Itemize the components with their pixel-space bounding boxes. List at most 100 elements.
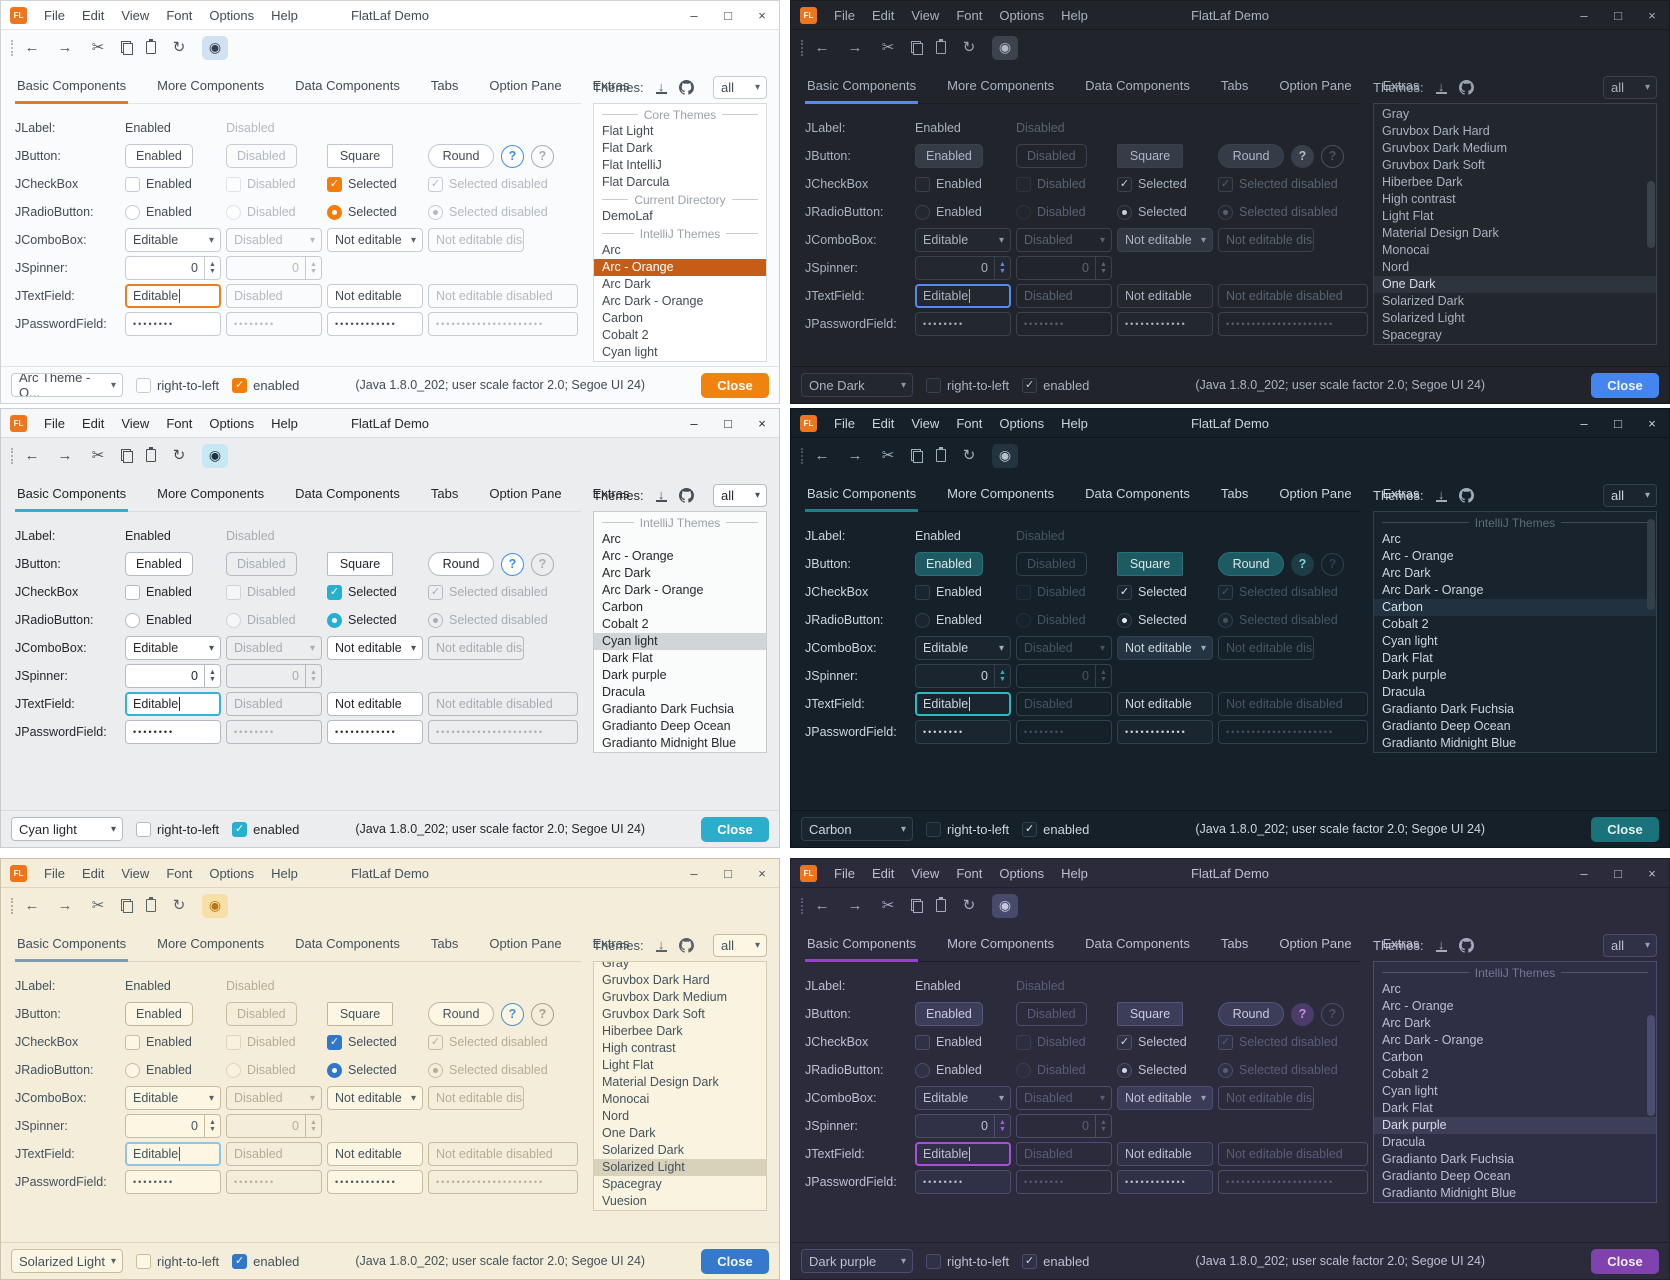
close-button[interactable]: × (1635, 859, 1669, 887)
refresh-button[interactable]: ↻ (169, 37, 189, 59)
spinner-arrows-icon[interactable]: ▲▼ (994, 1115, 1010, 1137)
checkbox-enabled[interactable]: Enabled (915, 585, 982, 600)
tab-basic-components[interactable]: Basic Components (805, 931, 918, 962)
menu-options[interactable]: Options (209, 866, 254, 881)
tab-option-pane[interactable]: Option Pane (1277, 73, 1353, 104)
theme-list-item-high-contrast[interactable]: High contrast (1374, 191, 1656, 208)
tab-basic-components[interactable]: Basic Components (805, 481, 918, 512)
theme-list-item-dark-flat[interactable]: Dark Flat (1374, 1100, 1656, 1117)
show-hidden-toggle[interactable]: ◉ (202, 894, 228, 918)
theme-list-item-light-flat[interactable]: Light Flat (594, 1057, 766, 1074)
theme-list-item-arc-orange[interactable]: Arc - Orange (1374, 998, 1656, 1015)
tab-tabs[interactable]: Tabs (1219, 73, 1250, 104)
menu-edit[interactable]: Edit (82, 8, 104, 23)
theme-list-item-gruvbox-dark-medium[interactable]: Gruvbox Dark Medium (1374, 140, 1656, 157)
close-button[interactable]: Close (701, 1249, 769, 1274)
help-icon[interactable]: ? (1291, 1003, 1314, 1026)
close-button[interactable]: × (745, 1, 779, 29)
toolbar-grip[interactable] (801, 898, 803, 914)
refresh-button[interactable]: ↻ (169, 445, 189, 467)
help-icon[interactable]: ? (501, 1003, 524, 1026)
button-round[interactable]: Round (1218, 144, 1284, 168)
menu-edit[interactable]: Edit (82, 416, 104, 431)
help-icon[interactable]: ? (1321, 553, 1344, 576)
theme-list-item-carbon[interactable]: Carbon (594, 310, 766, 327)
spinner-arrows-icon[interactable]: ▲▼ (1095, 257, 1111, 279)
radio-selected[interactable]: Selected (1117, 205, 1187, 220)
theme-list-item-cyan-light[interactable]: Cyan light (594, 344, 766, 361)
right-to-left-checkbox[interactable]: right-to-left (136, 1254, 219, 1269)
menu-file[interactable]: File (834, 866, 855, 881)
cut-button[interactable]: ✂ (88, 37, 108, 59)
maximize-button[interactable]: □ (1601, 409, 1635, 437)
theme-list-item-material-design-dark[interactable]: Material Design Dark (1374, 225, 1656, 242)
menu-help[interactable]: Help (271, 866, 298, 881)
minimize-button[interactable]: – (677, 859, 711, 887)
menu-options[interactable]: Options (999, 8, 1044, 23)
download-icon[interactable]: ↓ (656, 939, 667, 952)
help-icon[interactable]: ? (531, 145, 554, 168)
theme-list-item-cobalt-2[interactable]: Cobalt 2 (594, 616, 766, 633)
menu-view[interactable]: View (121, 866, 149, 881)
theme-list-item-gradianto-deep-ocean[interactable]: Gradianto Deep Ocean (1374, 718, 1656, 735)
combobox-editable[interactable]: Editable▾ (915, 1086, 1011, 1110)
textfield-not-editable[interactable]: Not editable (327, 284, 423, 308)
combobox-editable[interactable]: Editable▾ (125, 228, 221, 252)
theme-list-item-gruvbox-dark-medium[interactable]: Gruvbox Dark Medium (594, 989, 766, 1006)
combobox-editable[interactable]: Editable▾ (125, 636, 221, 660)
help-icon[interactable]: ? (1321, 145, 1344, 168)
close-button[interactable]: Close (701, 817, 769, 842)
right-to-left-checkbox[interactable]: right-to-left (926, 378, 1009, 393)
radio-selected[interactable]: Selected (327, 205, 397, 220)
tab-option-pane[interactable]: Option Pane (487, 73, 563, 104)
menu-file[interactable]: File (834, 8, 855, 23)
minimize-button[interactable]: – (1567, 1, 1601, 29)
spinner-arrows-icon[interactable]: ▲▼ (994, 257, 1010, 279)
radio-enabled[interactable]: Enabled (915, 1063, 982, 1078)
theme-filter-combo[interactable]: all▾ (713, 484, 767, 507)
theme-list-item-solarized-dark[interactable]: Solarized Dark (594, 1142, 766, 1159)
tab-more-components[interactable]: More Components (945, 73, 1056, 104)
textfield-editable[interactable]: Editable (125, 692, 221, 716)
theme-list-item-monocai[interactable]: Monocai (1374, 242, 1656, 259)
lookandfeel-combo[interactable]: Cyan light▾ (11, 817, 123, 841)
download-icon[interactable]: ↓ (1436, 489, 1447, 502)
theme-list-item-arc[interactable]: Arc (1374, 531, 1656, 548)
tab-tabs[interactable]: Tabs (429, 481, 460, 512)
toolbar-grip[interactable] (11, 448, 13, 464)
theme-list-item-arc-dark-orange[interactable]: Arc Dark - Orange (1374, 582, 1656, 599)
theme-list-item-carbon[interactable]: Carbon (594, 599, 766, 616)
help-icon[interactable]: ? (531, 553, 554, 576)
passwordfield[interactable]: •••••••••••• (1117, 720, 1213, 744)
radio-selected[interactable]: Selected (1117, 613, 1187, 628)
tab-more-components[interactable]: More Components (155, 481, 266, 512)
radio-selected[interactable]: Selected (327, 1063, 397, 1078)
spinner-field[interactable]: 0▲▼ (125, 664, 221, 688)
back-button[interactable]: ← (812, 445, 832, 467)
back-button[interactable]: ← (22, 37, 42, 59)
spinner-arrows-icon[interactable]: ▲▼ (1095, 1115, 1111, 1137)
forward-button[interactable]: → (845, 895, 865, 917)
theme-list-item-gradianto-dark-fuchsia[interactable]: Gradianto Dark Fuchsia (1374, 1151, 1656, 1168)
theme-filter-combo[interactable]: all▾ (713, 76, 767, 99)
combobox-not-editable[interactable]: Not editable▾ (327, 228, 423, 252)
theme-filter-combo[interactable]: all▾ (1603, 76, 1657, 99)
back-button[interactable]: ← (22, 895, 42, 917)
spinner-field[interactable]: 0▲▼ (125, 1114, 221, 1138)
cut-button[interactable]: ✂ (878, 37, 898, 59)
download-icon[interactable]: ↓ (1436, 81, 1447, 94)
tab-basic-components[interactable]: Basic Components (15, 73, 128, 104)
passwordfield[interactable]: •••••••• (125, 312, 221, 336)
theme-list-item-gradianto-midnight-blue[interactable]: Gradianto Midnight Blue (1374, 735, 1656, 752)
copy-button[interactable] (121, 41, 133, 55)
textfield-not-editable[interactable]: Not editable (327, 692, 423, 716)
refresh-button[interactable]: ↻ (169, 895, 189, 917)
scrollbar-thumb[interactable] (1647, 1015, 1655, 1116)
paste-button[interactable] (936, 449, 946, 462)
paste-button[interactable] (936, 41, 946, 54)
theme-list-item-arc[interactable]: Arc (1374, 981, 1656, 998)
tab-more-components[interactable]: More Components (155, 931, 266, 962)
minimize-button[interactable]: – (1567, 859, 1601, 887)
radio-selected[interactable]: Selected (327, 613, 397, 628)
refresh-button[interactable]: ↻ (959, 445, 979, 467)
